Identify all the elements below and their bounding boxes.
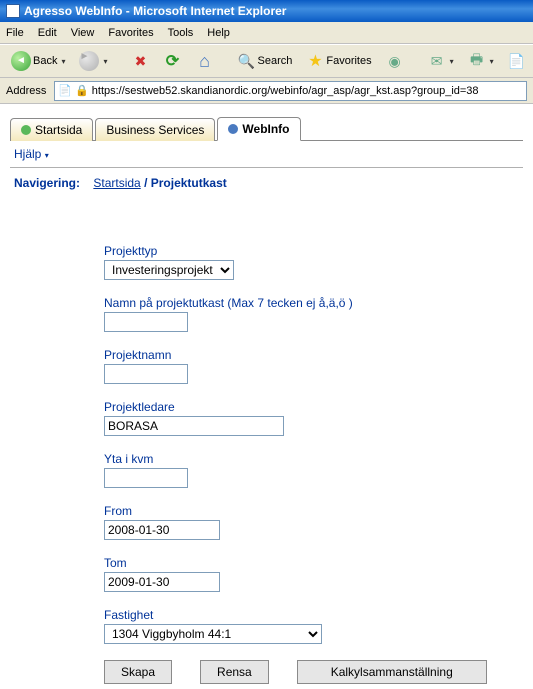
tab-label: Business Services bbox=[106, 123, 204, 137]
search-button[interactable]: Search bbox=[233, 49, 298, 73]
favorites-button[interactable]: Favorites bbox=[301, 49, 376, 73]
address-label: Address bbox=[6, 85, 46, 97]
window-title: Agresso WebInfo - Microsoft Internet Exp… bbox=[24, 4, 286, 18]
yta-input[interactable] bbox=[104, 468, 188, 488]
chevron-down-icon: ▾ bbox=[103, 57, 107, 66]
tom-input[interactable] bbox=[104, 572, 220, 592]
menu-favorites[interactable]: Favorites bbox=[108, 27, 153, 39]
skapa-button[interactable]: Skapa bbox=[104, 660, 172, 684]
chevron-down-icon: ▾ bbox=[45, 151, 49, 160]
tab-startsida[interactable]: Startsida bbox=[10, 118, 93, 141]
fastighet-select[interactable]: 1304 Viggbyholm 44:1 bbox=[104, 624, 322, 644]
breadcrumb-sep: / bbox=[144, 176, 151, 190]
tab-label: WebInfo bbox=[242, 122, 289, 136]
media-icon: ◉ bbox=[386, 52, 404, 70]
refresh-button[interactable] bbox=[159, 49, 187, 73]
subbar: Hjälp ▾ bbox=[10, 141, 523, 167]
projekttyp-label: Projekttyp bbox=[104, 244, 523, 258]
projektnamn-label: Projektnamn bbox=[104, 348, 523, 362]
projekttyp-select[interactable]: Investeringsprojekt bbox=[104, 260, 234, 280]
fastighet-label: Fastighet bbox=[104, 608, 523, 622]
address-url: https://sestweb52.skandianordic.org/webi… bbox=[92, 85, 479, 97]
mail-button[interactable]: ✉▾ bbox=[423, 49, 459, 73]
back-button[interactable]: Back ▾ bbox=[6, 48, 70, 74]
back-label: Back bbox=[33, 55, 57, 67]
kalkyl-button[interactable]: Kalkylsammanställning bbox=[297, 660, 487, 684]
field-namn: Namn på projektutkast (Max 7 tecken ej å… bbox=[104, 296, 523, 332]
field-projektnamn: Projektnamn bbox=[104, 348, 523, 384]
menu-help[interactable]: Help bbox=[207, 27, 230, 39]
address-input[interactable]: 📄 🔒 https://sestweb52.skandianordic.org/… bbox=[54, 81, 527, 101]
help-menu[interactable]: Hjälp ▾ bbox=[14, 147, 49, 161]
refresh-icon bbox=[164, 52, 182, 70]
tab-label: Startsida bbox=[35, 123, 82, 137]
tab-icon bbox=[21, 125, 31, 135]
stop-icon bbox=[132, 52, 150, 70]
mail-icon: ✉ bbox=[428, 52, 446, 70]
star-icon bbox=[306, 52, 324, 70]
tab-business-services[interactable]: Business Services bbox=[95, 118, 215, 141]
divider bbox=[10, 167, 523, 168]
home-icon bbox=[196, 52, 214, 70]
from-label: From bbox=[104, 504, 523, 518]
edit-icon: 📄 bbox=[508, 52, 526, 70]
namn-input[interactable] bbox=[104, 312, 188, 332]
forward-button[interactable]: ▾ bbox=[74, 48, 112, 74]
namn-label: Namn på projektutkast (Max 7 tecken ej å… bbox=[104, 296, 523, 310]
chevron-down-icon: ▾ bbox=[450, 57, 454, 66]
chevron-down-icon: ▾ bbox=[490, 57, 494, 66]
help-label: Hjälp bbox=[14, 147, 41, 161]
search-label: Search bbox=[258, 55, 293, 67]
print-icon: 🖶 bbox=[468, 52, 486, 70]
chevron-down-icon: ▾ bbox=[61, 57, 65, 66]
menubar: File Edit View Favorites Tools Help bbox=[0, 22, 533, 44]
page-icon: 📄 bbox=[58, 84, 72, 97]
forward-icon bbox=[79, 51, 99, 71]
lock-icon: 🔒 bbox=[75, 84, 89, 97]
tabbar: Startsida Business Services WebInfo bbox=[10, 116, 523, 141]
field-projekttyp: Projekttyp Investeringsprojekt bbox=[104, 244, 523, 280]
button-row: Skapa Rensa Kalkylsammanställning bbox=[104, 660, 523, 684]
field-tom: Tom bbox=[104, 556, 523, 592]
tom-label: Tom bbox=[104, 556, 523, 570]
field-from: From bbox=[104, 504, 523, 540]
field-yta: Yta i kvm bbox=[104, 452, 523, 488]
projektnamn-input[interactable] bbox=[104, 364, 188, 384]
stop-button[interactable] bbox=[127, 49, 155, 73]
print-button[interactable]: 🖶▾ bbox=[463, 49, 499, 73]
home-button[interactable] bbox=[191, 49, 219, 73]
window-titlebar: Agresso WebInfo - Microsoft Internet Exp… bbox=[0, 0, 533, 22]
favorites-label: Favorites bbox=[326, 55, 371, 67]
addressbar: Address 📄 🔒 https://sestweb52.skandianor… bbox=[0, 78, 533, 104]
menu-view[interactable]: View bbox=[71, 27, 95, 39]
breadcrumb-label: Navigering: bbox=[14, 176, 80, 190]
form: Projekttyp Investeringsprojekt Namn på p… bbox=[10, 204, 523, 684]
tab-webinfo[interactable]: WebInfo bbox=[217, 117, 300, 141]
menu-file[interactable]: File bbox=[6, 27, 24, 39]
yta-label: Yta i kvm bbox=[104, 452, 523, 466]
field-projektledare: Projektledare bbox=[104, 400, 523, 436]
from-input[interactable] bbox=[104, 520, 220, 540]
search-icon bbox=[238, 52, 256, 70]
edit-button[interactable]: 📄 bbox=[503, 49, 531, 73]
back-icon bbox=[11, 51, 31, 71]
breadcrumb-link-startsida[interactable]: Startsida bbox=[93, 176, 140, 190]
toolbar: Back ▾ ▾ Search Favorites ◉ ✉▾ 🖶▾ 📄 bbox=[0, 44, 533, 78]
field-fastighet: Fastighet 1304 Viggbyholm 44:1 bbox=[104, 608, 523, 644]
tab-icon bbox=[228, 124, 238, 134]
menu-tools[interactable]: Tools bbox=[168, 27, 194, 39]
breadcrumb: Navigering: Startsida / Projektutkast bbox=[10, 172, 523, 204]
projektledare-label: Projektledare bbox=[104, 400, 523, 414]
breadcrumb-leaf: Projektutkast bbox=[151, 176, 227, 190]
projektledare-input[interactable] bbox=[104, 416, 284, 436]
ie-app-icon bbox=[6, 4, 20, 18]
menu-edit[interactable]: Edit bbox=[38, 27, 57, 39]
media-button[interactable]: ◉ bbox=[381, 49, 409, 73]
page-content: Startsida Business Services WebInfo Hjäl… bbox=[0, 104, 533, 684]
rensa-button[interactable]: Rensa bbox=[200, 660, 269, 684]
